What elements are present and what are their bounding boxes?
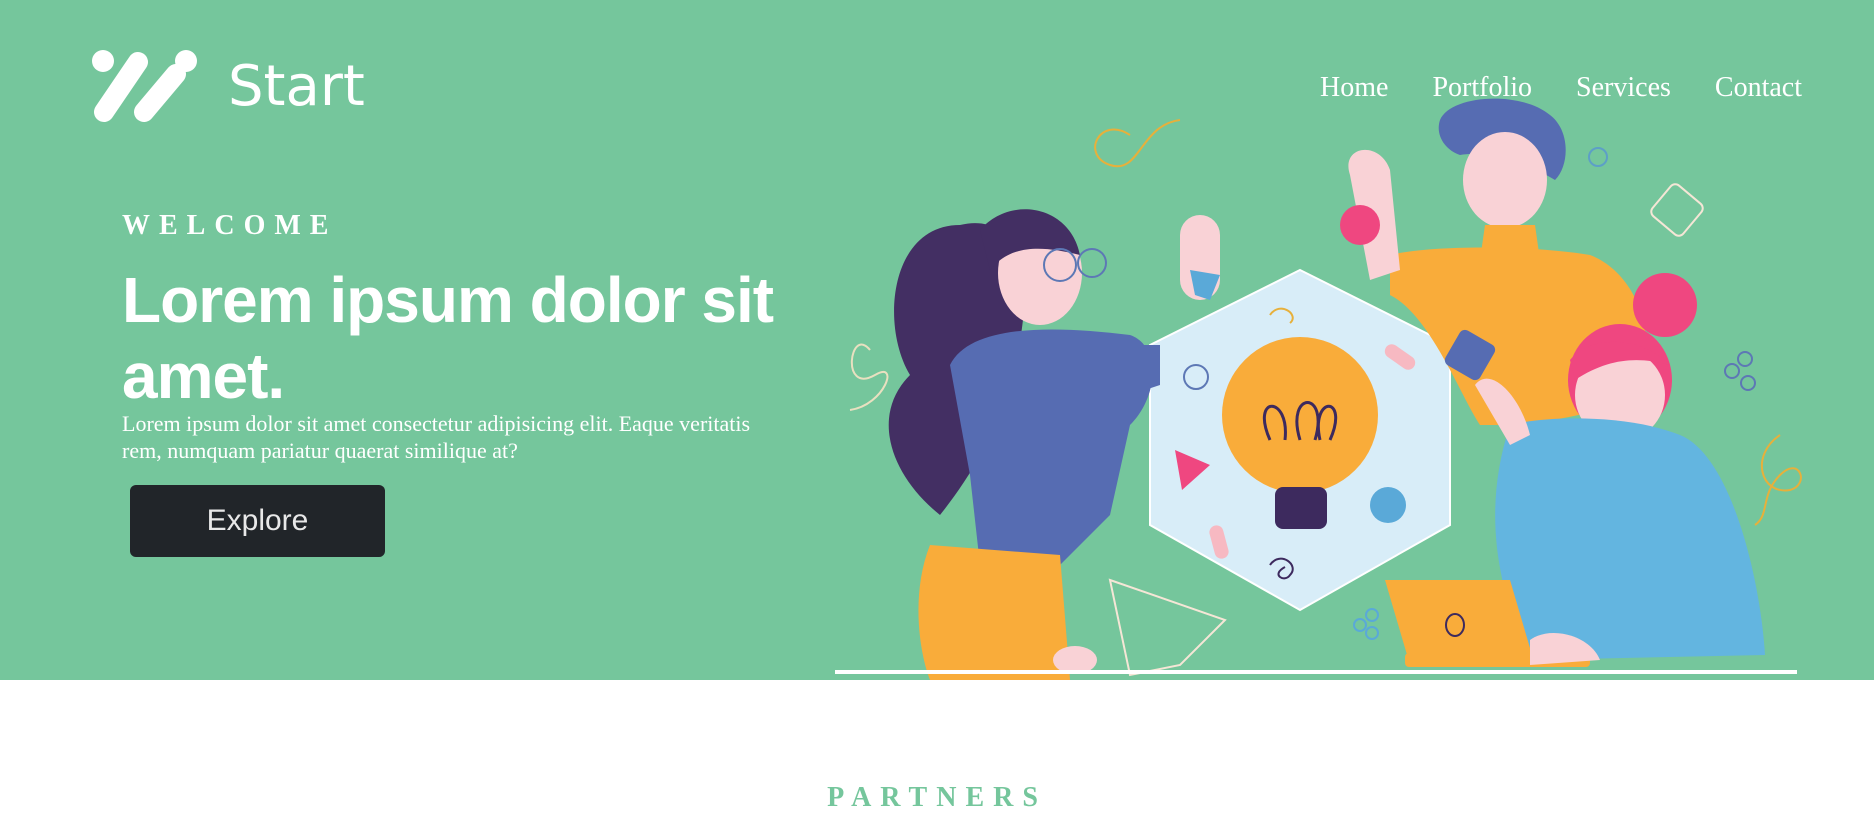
hero-description: Lorem ipsum dolor sit amet consectetur a… [122, 411, 751, 463]
squiggle-doodle [849, 343, 889, 411]
lightbulb-icon [1222, 337, 1378, 493]
laptop-icon [1385, 580, 1535, 665]
woman-bun [1633, 273, 1697, 337]
woman-shirt [1495, 418, 1765, 660]
brand-name: Start [228, 54, 365, 119]
circle-doodle [1588, 147, 1608, 167]
squiggle-doodle [1094, 119, 1181, 168]
logo-slashes-icon [92, 50, 197, 122]
triangle-doodle [1108, 578, 1227, 677]
brand-logo[interactable]: Start [90, 48, 365, 126]
diamond-doodle [1650, 183, 1704, 237]
woman-sweater [950, 329, 1153, 575]
hero-section: Start Home Portfolio Services Contact WE… [0, 0, 1874, 680]
team-brainstorm-lightbulb-illustration [835, 98, 1802, 680]
squiggle-doodle [1754, 434, 1802, 526]
partners-heading: PARTNERS [827, 782, 1047, 813]
explore-button[interactable]: Explore [130, 485, 385, 557]
hero-title: Lorem ipsum dolor sit amet. [122, 264, 774, 412]
hero-eyebrow: WELCOME [122, 210, 338, 241]
